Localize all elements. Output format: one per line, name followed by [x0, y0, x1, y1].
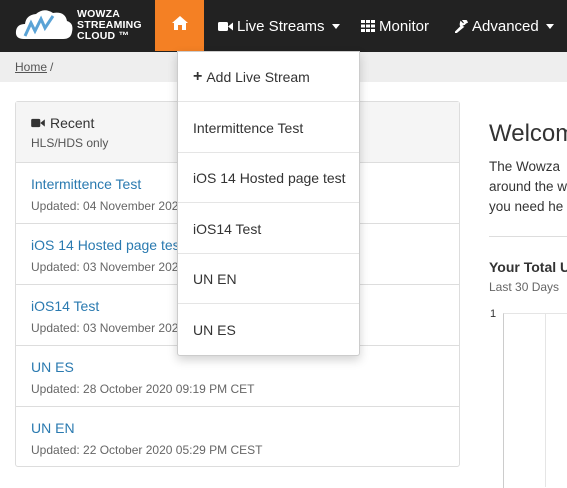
nav-live-streams[interactable]: Live Streams: [218, 0, 340, 52]
usage-period: Last 30 Days: [489, 280, 560, 294]
stream-updated: Updated: 04 November 2020: [31, 199, 186, 213]
menu-item-stream[interactable]: iOS14 Test: [178, 204, 359, 254]
menu-item-stream[interactable]: UN EN: [178, 254, 359, 304]
video-camera-icon: [218, 21, 233, 32]
table-grid-icon: [361, 20, 375, 32]
list-item: UN EN Updated: 22 October 2020 05:29 PM …: [16, 407, 459, 467]
chart-y-tick-label: 1: [490, 308, 497, 320]
stream-updated: Updated: 28 October 2020 09:19 PM CET: [31, 382, 255, 396]
menu-item-stream[interactable]: Intermittence Test: [178, 103, 359, 153]
chevron-down-icon: [545, 23, 554, 29]
wowza-cloud-logo-icon[interactable]: [14, 6, 74, 44]
menu-item-stream[interactable]: UN ES: [178, 305, 359, 355]
stream-link[interactable]: iOS 14 Hosted page test: [31, 237, 184, 253]
nav-monitor[interactable]: Monitor: [361, 0, 429, 52]
nav-live-streams-label: Live Streams: [237, 17, 325, 35]
menu-item-label: iOS 14 Hosted page test: [193, 169, 346, 186]
welcome-text-line: around the w: [489, 179, 567, 194]
divider: [489, 236, 567, 237]
usage-heading: Your Total U: [489, 259, 567, 275]
menu-item-label: UN EN: [193, 270, 237, 287]
plus-icon: +: [193, 67, 203, 85]
menu-item-add-live-stream[interactable]: + Add Live Stream: [178, 52, 359, 102]
recent-subtitle: HLS/HDS only: [31, 136, 109, 150]
breadcrumb-separator: /: [50, 60, 54, 74]
usage-chart-area: [503, 313, 567, 488]
nav-monitor-label: Monitor: [379, 17, 430, 35]
stream-link[interactable]: Intermittence Test: [31, 176, 141, 192]
top-navbar: WOWZA STREAMING CLOUD ™ Live Streams Mon…: [0, 0, 567, 52]
recent-title-label: Recent: [50, 115, 95, 131]
brand-name[interactable]: WOWZA STREAMING CLOUD ™: [77, 9, 142, 42]
chevron-down-icon: [331, 23, 340, 29]
stream-link[interactable]: iOS14 Test: [31, 298, 99, 314]
nav-home-button[interactable]: [155, 0, 204, 51]
wrench-icon: [455, 19, 468, 33]
stream-link[interactable]: UN EN: [31, 420, 75, 436]
welcome-text: The Wowza around the w you need he: [489, 157, 567, 217]
chart-gridline: [545, 313, 546, 487]
recent-panel-title: Recent: [31, 115, 94, 131]
video-camera-icon: [31, 118, 45, 128]
brand-line: CLOUD ™: [77, 30, 130, 42]
menu-item-label: Add Live Stream: [206, 68, 310, 85]
welcome-text-line: you need he: [489, 199, 564, 214]
welcome-heading: Welcome: [489, 120, 567, 147]
menu-item-label: iOS14 Test: [193, 220, 262, 237]
nav-advanced[interactable]: Advanced: [455, 0, 554, 52]
stream-updated: Updated: 22 October 2020 05:29 PM CEST: [31, 443, 263, 457]
menu-item-label: UN ES: [193, 322, 236, 338]
breadcrumb-home-link[interactable]: Home: [15, 60, 47, 74]
menu-item-stream[interactable]: iOS 14 Hosted page test: [178, 153, 359, 203]
menu-item-label: Intermittence Test: [193, 119, 304, 136]
welcome-text-line: The Wowza: [489, 159, 561, 174]
stream-updated: Updated: 03 November 2020: [31, 321, 186, 335]
home-icon: [171, 15, 189, 36]
live-streams-dropdown-menu: + Add Live Stream Intermittence Test iOS…: [177, 51, 360, 356]
nav-advanced-label: Advanced: [472, 17, 539, 35]
stream-updated: Updated: 03 November 2020: [31, 260, 186, 274]
stream-link[interactable]: UN ES: [31, 359, 74, 375]
